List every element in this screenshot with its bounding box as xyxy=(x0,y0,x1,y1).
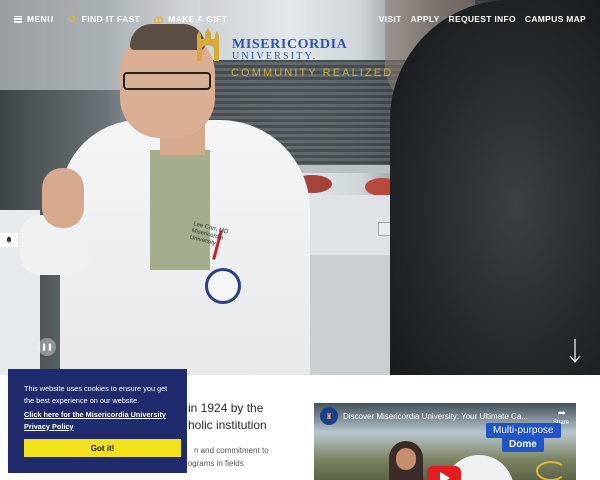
tower-logo-icon xyxy=(197,28,219,61)
menu-label: MENU xyxy=(27,14,54,25)
university-logo[interactable]: MISERICORDIA UNIVERSITY. COMMUNITY REALI… xyxy=(195,27,415,82)
video-title[interactable]: Discover Misericordia University: Your U… xyxy=(343,412,528,421)
visit-link[interactable]: VISIT xyxy=(379,14,402,24)
campus-map-link[interactable]: CAMPUS MAP xyxy=(525,14,586,24)
intro-lead-line1: in 1924 by the xyxy=(188,401,264,415)
cookie-accept-button[interactable]: Got it! xyxy=(24,439,181,457)
professor-shirt xyxy=(150,150,210,270)
find-it-fast-button[interactable]: FIND IT FAST xyxy=(67,14,141,25)
nav-left-group: MENU FIND IT FAST MAKE A GIFT xyxy=(14,14,227,24)
nav-right-links: VISIT APPLY REQUEST INFO CAMPUS MAP xyxy=(379,14,586,24)
video-play-button[interactable] xyxy=(427,466,461,480)
menu-button[interactable]: MENU xyxy=(14,14,54,24)
logo-tagline: COMMUNITY REALIZED xyxy=(231,67,394,79)
coat-patch xyxy=(205,268,241,304)
arrow-down-icon[interactable] xyxy=(568,338,582,364)
share-icon[interactable]: ➦ xyxy=(558,408,566,419)
logo-wordmark-sub: UNIVERSITY. xyxy=(232,51,318,62)
cookie-consent-banner: This website uses cookies to ensure you … xyxy=(8,369,187,473)
gift-icon xyxy=(154,15,163,24)
video-bike-graphic xyxy=(536,461,566,480)
apply-link[interactable]: APPLY xyxy=(410,14,439,24)
make-a-gift-label: MAKE A GIFT xyxy=(168,14,228,25)
intro-lead-line2: holic institution xyxy=(188,418,267,432)
student-silhouette xyxy=(390,0,600,375)
cookie-message: This website uses cookies to ensure you … xyxy=(24,384,168,405)
bell-icon xyxy=(7,236,11,244)
youtube-video-embed[interactable]: ♜ Discover Misericordia University: Your… xyxy=(314,403,576,480)
video-pause-button[interactable]: ❚❚ xyxy=(38,338,56,356)
hamburger-icon xyxy=(14,14,22,24)
professor-hand xyxy=(42,168,84,228)
request-info-link[interactable]: REQUEST INFO xyxy=(449,14,516,24)
find-it-fast-label: FIND IT FAST xyxy=(81,14,141,25)
video-caption-chip: Multi-purpose xyxy=(486,423,561,438)
channel-avatar-icon[interactable]: ♜ xyxy=(320,407,338,425)
make-a-gift-button[interactable]: MAKE A GIFT xyxy=(154,14,227,24)
pause-icon: ❚❚ xyxy=(41,344,53,351)
privacy-policy-link[interactable]: Click here for the Misericordia Universi… xyxy=(24,409,173,432)
side-notification-tab[interactable] xyxy=(0,233,18,247)
search-icon xyxy=(67,14,77,24)
logo-wordmark: MISERICORDIA xyxy=(232,37,348,52)
video-caption-chip: Dome xyxy=(502,437,544,452)
video-person-face xyxy=(396,448,416,470)
